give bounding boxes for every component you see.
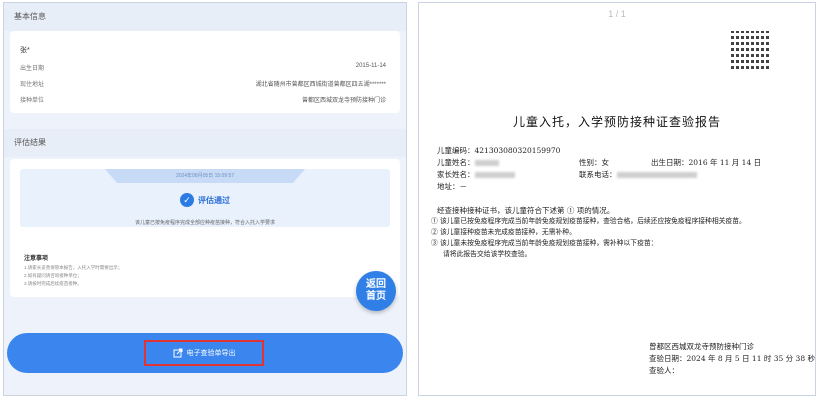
note-item: 3.请按时完成后续疫苗接种。 [24, 281, 82, 286]
report-body-item: ① 该儿童已按免疫程序完成当前年龄免疫规划疫苗接种，查验合格，后续还应按免疫程序… [431, 217, 746, 225]
report-body-item: ② 该儿童接种疫苗未完成疫苗接种，无需补种。 [431, 228, 576, 236]
note-item: 1.请家长妥善保管本报告，入托入学时需要出示； [24, 265, 123, 270]
page-indicator: 1 / 1 [608, 9, 626, 19]
parent-name-line: 家长姓名： [437, 169, 515, 180]
export-bar: 电子查验单导出 [7, 333, 403, 373]
check-circle-icon: ✓ [180, 193, 194, 207]
export-report-button[interactable]: 电子查验单导出 [144, 340, 264, 366]
birthdate-line: 出生日期：2016 年 11 月 14 日 [651, 158, 762, 167]
info-row-clinic: 接种单位 曾都区西城双龙寺预防接种门诊 [20, 98, 386, 104]
child-code: 儿童编码：421303080320159970 [437, 146, 561, 155]
clinic-footer: 曾都区西城双龙寺预防接种门诊 [649, 342, 754, 351]
pass-status: ✓ 评估通过 [180, 193, 230, 207]
check-date: 查验日期：2024 年 8 月 5 日 11 时 35 分 38 秒 [649, 354, 815, 363]
gender-line: 性别：女 [579, 158, 609, 167]
report-body-item: ③ 该儿童未按免疫程序完成当前年龄免疫规划疫苗接种，需补种以下疫苗： [431, 239, 658, 247]
info-row-birth: 出生日期 2015-11-14 [20, 63, 386, 72]
note-item: 2.如有疑问请咨询接种单位； [24, 273, 82, 278]
basic-info-header: 基本信息 [4, 3, 406, 31]
eval-result-header: 评估结果 [4, 129, 406, 157]
redacted-text [474, 160, 499, 166]
export-icon [173, 348, 182, 358]
redacted-text [474, 172, 515, 178]
phone-line: 联系电话： [579, 169, 697, 180]
notes-title: 注意事项 [24, 256, 49, 262]
child-name-line: 儿童姓名： [437, 157, 499, 168]
back-home-button[interactable]: 返回 首页 [356, 271, 396, 311]
report-body-note: 请将此报告交给该学校查验。 [443, 250, 532, 258]
basic-info-card: 张* 出生日期 2015-11-14 现住地址 湖北省随州市曾都区西城街道曾都区… [10, 31, 400, 113]
eval-result-card: 2024年08月05日 15:09:57 ✓ 评估通过 该儿童已按免疫程序完成全… [10, 159, 400, 297]
eval-timestamp: 2024年08月05日 15:09:57 [105, 169, 305, 183]
pdf-report-panel: 1 / 1 儿童入托，入学预防接种证查验报告 儿童编码：421303080320… [418, 2, 816, 396]
redacted-text [616, 172, 697, 178]
result-description: 该儿童已按免疫程序完成全部应种疫苗接种，符合入托入学要求 [134, 220, 275, 226]
qr-code [731, 31, 769, 69]
child-name: 张* [20, 47, 30, 54]
info-row-address: 现住地址 湖北省随州市曾都区西城街道曾都区四五湖******* [20, 82, 386, 88]
address-line: 地址：－ [437, 182, 467, 191]
mobile-app-panel: 基本信息 张* 出生日期 2015-11-14 现住地址 湖北省随州市曾都区西城… [3, 2, 407, 396]
report-title: 儿童入托，入学预防接种证查验报告 [512, 115, 721, 129]
checker: 查验人： [649, 366, 679, 375]
